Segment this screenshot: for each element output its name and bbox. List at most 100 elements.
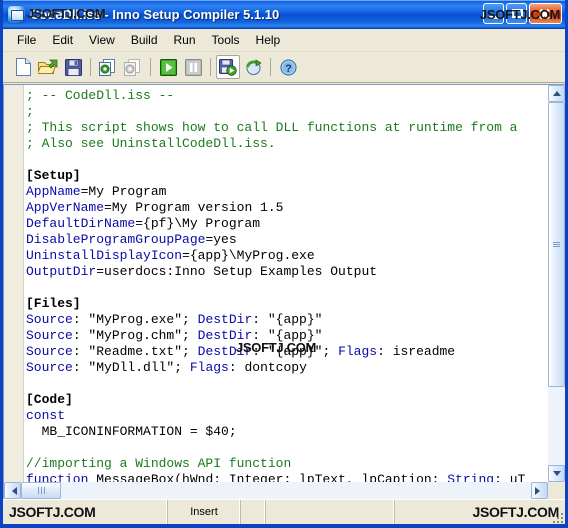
code-line: AppVerName=My Program version 1.5 [26, 200, 548, 216]
chevron-left-icon [8, 486, 17, 495]
close-button[interactable] [529, 3, 562, 24]
code-token: [Code] [26, 392, 73, 407]
code-token: Source [26, 312, 73, 327]
code-token: : "{app}"; [252, 344, 339, 359]
inno-setup-icon[interactable] [8, 5, 25, 23]
code-token: ; [26, 104, 34, 119]
horizontal-scrollbar[interactable] [3, 482, 565, 499]
code-token: OutputDir [26, 264, 97, 279]
code-token: //importing a Windows API function [26, 456, 292, 471]
minimize-button[interactable] [483, 3, 504, 24]
code-token: : "MyDll.dll"; [72, 360, 190, 375]
code-line: Source: "MyProg.exe"; DestDir: "{app}" [26, 312, 548, 328]
maximize-button[interactable] [506, 3, 527, 24]
chevron-right-icon [535, 486, 544, 495]
code-token: DefaultDirName [26, 216, 136, 231]
menu-item-run[interactable]: Run [166, 31, 204, 49]
code-line: DisableProgramGroupPage=yes [26, 232, 548, 248]
toolbar: ? [3, 52, 565, 83]
scroll-right-button[interactable] [531, 482, 548, 499]
code-editor[interactable]: ; -- CodeDll.iss --;; This script shows … [3, 84, 548, 482]
compile-button[interactable] [216, 55, 240, 79]
code-token: UninstallDisplayIcon [26, 248, 183, 263]
code-line: ; This script shows how to call DLL func… [26, 120, 548, 136]
code-line: [Setup] [26, 168, 548, 184]
help-button[interactable]: ? [276, 55, 300, 79]
menu-item-file[interactable]: File [9, 31, 44, 49]
scroll-up-button[interactable] [548, 85, 565, 102]
new-document-icon [15, 58, 32, 76]
code-token: const [26, 408, 66, 423]
code-token: ; This script shows how to call DLL func… [26, 120, 518, 135]
code-token: MessageBox(hWnd: Integer; lpText, lpCapt… [88, 472, 448, 482]
code-token: DisableProgramGroupPage [26, 232, 206, 247]
print-preview-button[interactable] [121, 55, 145, 79]
save-file-button[interactable] [61, 55, 85, 79]
code-text[interactable]: ; -- CodeDll.iss --;; This script shows … [26, 88, 548, 482]
status-panel-insert-mode: Insert [168, 500, 241, 524]
code-line: ; Also see UninstallCodeDll.iss. [26, 136, 548, 152]
code-token: : isreadme [377, 344, 456, 359]
toolbar-separator [270, 58, 271, 76]
title-bar[interactable]: CodeDll.iss - Inno Setup Compiler 5.1.10… [3, 0, 565, 29]
grip-icon [37, 487, 46, 494]
run-button[interactable] [156, 55, 180, 79]
code-line: Source: "MyDll.dll"; Flags: dontcopy [26, 360, 548, 376]
status-panel-modified [241, 500, 266, 524]
code-token: : dontcopy [228, 360, 307, 375]
horizontal-scroll-thumb[interactable] [21, 482, 61, 499]
print-icon [98, 58, 118, 76]
menu-item-edit[interactable]: Edit [44, 31, 81, 49]
pause-button[interactable] [181, 55, 205, 79]
code-line: Source: "MyProg.chm"; DestDir: "{app}" [26, 328, 548, 344]
scroll-down-button[interactable] [548, 465, 565, 482]
code-line: function MessageBox(hWnd: Integer; lpTex… [26, 472, 548, 482]
status-panel-filename [266, 500, 395, 524]
grip-icon [553, 241, 560, 248]
code-line: const [26, 408, 548, 424]
code-line: OutputDir=userdocs:Inno Setup Examples O… [26, 264, 548, 280]
toolbar-separator [150, 58, 151, 76]
vertical-scroll-track[interactable] [548, 102, 565, 465]
menu-item-view[interactable]: View [81, 31, 123, 49]
open-file-button[interactable] [36, 55, 60, 79]
new-file-button[interactable] [11, 55, 35, 79]
code-line: ; [26, 104, 548, 120]
vertical-scroll-thumb[interactable] [548, 102, 565, 388]
code-token: [Setup] [26, 168, 81, 183]
vertical-scrollbar[interactable] [548, 84, 565, 482]
print-button[interactable] [96, 55, 120, 79]
code-token: : "{app}" [252, 328, 323, 343]
caption-buttons [483, 3, 562, 24]
help-question-icon: ? [280, 59, 297, 76]
code-line: UninstallDisplayIcon={app}\MyProg.exe [26, 248, 548, 264]
code-token: AppName [26, 184, 81, 199]
chevron-down-icon [552, 471, 561, 476]
code-line: Source: "Readme.txt"; DestDir: "{app}"; … [26, 344, 548, 360]
status-panel-message [395, 500, 565, 524]
menu-item-tools[interactable]: Tools [204, 31, 248, 49]
code-line: ; -- CodeDll.iss -- [26, 88, 548, 104]
code-token: ; Also see UninstallCodeDll.iss. [26, 136, 276, 151]
horizontal-scroll-track[interactable] [61, 482, 531, 499]
scroll-left-button[interactable] [4, 482, 21, 499]
resize-grip-icon[interactable] [551, 511, 563, 523]
code-token: : "{app}" [252, 312, 323, 327]
code-line: AppName=My Program [26, 184, 548, 200]
code-token: =My Program [80, 184, 167, 199]
menu-item-build[interactable]: Build [123, 31, 166, 49]
toolbar-separator [90, 58, 91, 76]
code-token: : "Readme.txt"; [72, 344, 198, 359]
code-token: : "MyProg.chm"; [72, 328, 198, 343]
editor-row: ; -- CodeDll.iss --;; This script shows … [3, 84, 565, 482]
code-token: : "MyProg.exe"; [72, 312, 198, 327]
code-token: Flags [338, 344, 378, 359]
green-play-icon [159, 58, 177, 76]
pause-icon [184, 58, 202, 76]
menu-item-help[interactable]: Help [248, 31, 289, 49]
editor-area: ; -- CodeDll.iss --;; This script shows … [3, 83, 565, 499]
code-line: MB_ICONINFORMATION = $40; [26, 424, 548, 440]
refresh-button[interactable] [241, 55, 265, 79]
